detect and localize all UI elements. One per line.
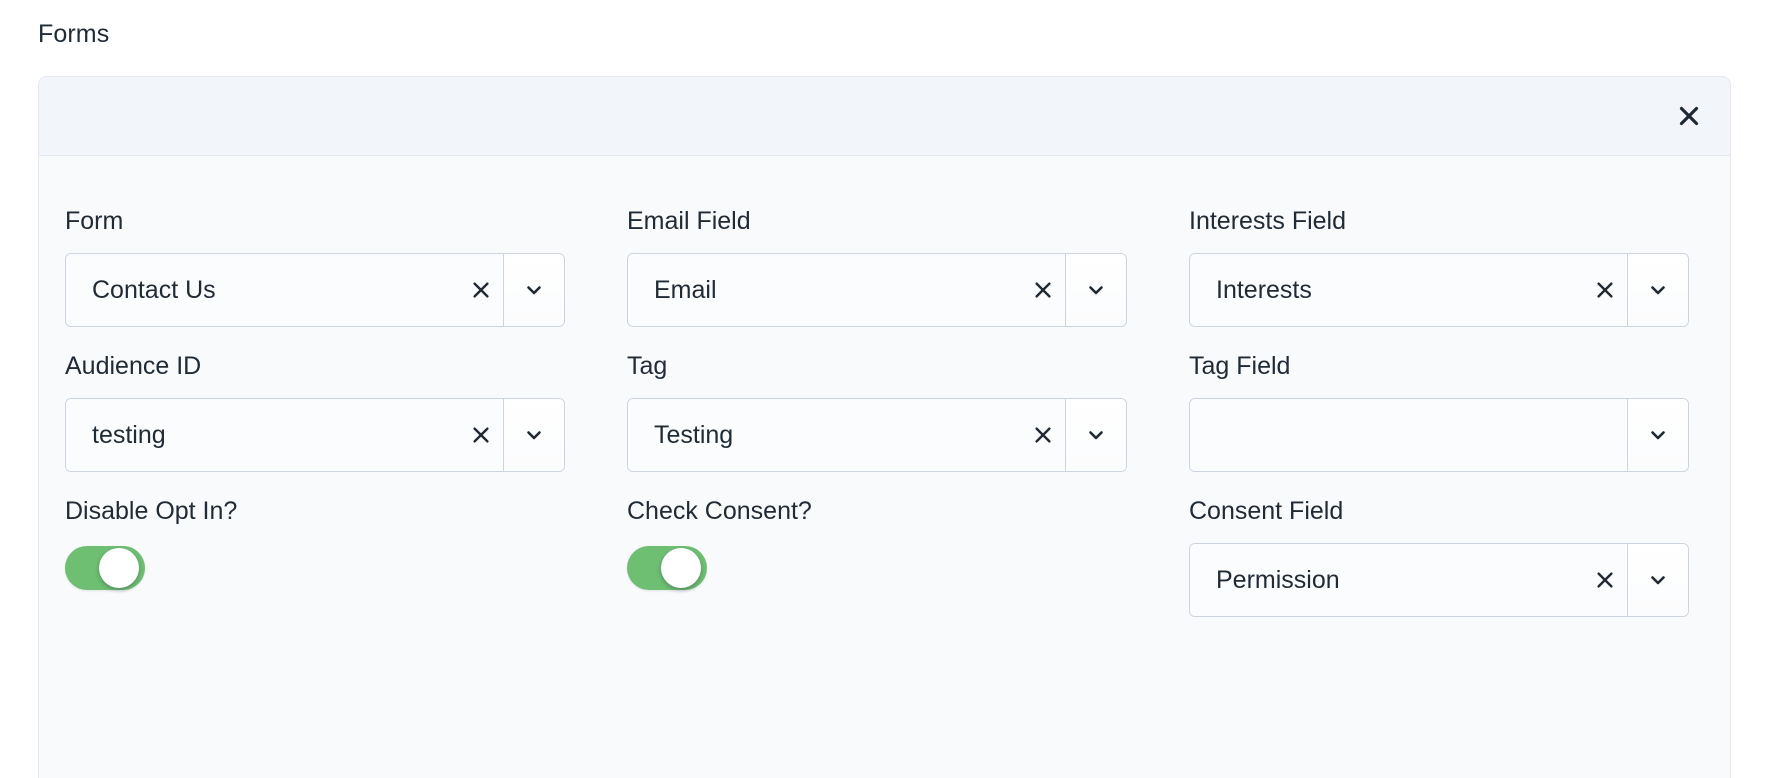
field-disable-opt-in: Disable Opt In? xyxy=(65,472,627,617)
select-email-field[interactable]: Email xyxy=(627,253,1127,327)
page-title: Forms xyxy=(38,19,109,49)
select-value-area-audience-id[interactable]: testing xyxy=(66,399,503,471)
field-label-disable-opt-in: Disable Opt In? xyxy=(65,496,627,526)
clear-icon-audience-id[interactable] xyxy=(459,399,503,471)
forms-panel: Form Contact Us Email Field Email Interests … xyxy=(38,76,1731,778)
select-value-email-field: Email xyxy=(628,275,1021,305)
field-consent-field: Consent Field Permission xyxy=(1189,472,1731,617)
clear-icon-email-field[interactable] xyxy=(1021,254,1065,326)
chevron-down-icon-interests-field[interactable] xyxy=(1627,254,1688,326)
field-label-audience-id: Audience ID xyxy=(65,351,627,381)
field-label-tag-field: Tag Field xyxy=(1189,351,1731,381)
clear-icon-consent-field[interactable] xyxy=(1583,544,1627,616)
toggle-knob xyxy=(99,548,139,588)
close-icon[interactable] xyxy=(1672,99,1706,133)
field-tag-field: Tag Field xyxy=(1189,327,1731,472)
field-audience-id: Audience ID testing xyxy=(65,327,627,472)
chevron-down-icon-tag-field[interactable] xyxy=(1627,399,1688,471)
clear-icon-form[interactable] xyxy=(459,254,503,326)
select-value-interests-field: Interests xyxy=(1190,275,1583,305)
select-value-area-tag-field[interactable] xyxy=(1190,399,1627,471)
field-tag: Tag Testing xyxy=(627,327,1189,472)
field-form: Form Contact Us xyxy=(65,182,627,327)
select-value-area-interests-field[interactable]: Interests xyxy=(1190,254,1627,326)
field-label-email-field: Email Field xyxy=(627,206,1189,236)
select-value-audience-id: testing xyxy=(66,420,459,450)
select-value-area-consent-field[interactable]: Permission xyxy=(1190,544,1627,616)
select-value-area-form[interactable]: Contact Us xyxy=(66,254,503,326)
panel-header xyxy=(39,77,1730,156)
select-value-consent-field: Permission xyxy=(1190,565,1583,595)
field-grid: FormContact UsEmail FieldEmailInterests … xyxy=(65,182,1704,617)
select-value-area-email-field[interactable]: Email xyxy=(628,254,1065,326)
clear-icon-interests-field[interactable] xyxy=(1583,254,1627,326)
field-label-tag: Tag xyxy=(627,351,1189,381)
clear-icon-tag[interactable] xyxy=(1021,399,1065,471)
forms-page: Forms Form Contact Us Email Field Email Inte… xyxy=(0,0,1772,778)
select-consent-field[interactable]: Permission xyxy=(1189,543,1689,617)
select-value-tag: Testing xyxy=(628,420,1021,450)
chevron-down-icon-consent-field[interactable] xyxy=(1627,544,1688,616)
field-label-interests-field: Interests Field xyxy=(1189,206,1731,236)
select-audience-id[interactable]: testing xyxy=(65,398,565,472)
field-email-field: Email Field Email xyxy=(627,182,1189,327)
toggle-check-consent[interactable] xyxy=(627,546,707,590)
select-tag[interactable]: Testing xyxy=(627,398,1127,472)
toggle-knob xyxy=(661,548,701,588)
chevron-down-icon-email-field[interactable] xyxy=(1065,254,1126,326)
chevron-down-icon-form[interactable] xyxy=(503,254,564,326)
chevron-down-icon-tag[interactable] xyxy=(1065,399,1126,471)
field-check-consent: Check Consent? xyxy=(627,472,1189,617)
field-interests-field: Interests Field Interests xyxy=(1189,182,1731,327)
field-label-form: Form xyxy=(65,206,627,236)
field-label-check-consent: Check Consent? xyxy=(627,496,1189,526)
panel-body: Form Contact Us Email Field Email Interests … xyxy=(39,156,1730,617)
select-value-form: Contact Us xyxy=(66,275,459,305)
select-value-area-tag[interactable]: Testing xyxy=(628,399,1065,471)
select-tag-field[interactable] xyxy=(1189,398,1689,472)
toggle-disable-opt-in[interactable] xyxy=(65,546,145,590)
field-label-consent-field: Consent Field xyxy=(1189,496,1731,526)
select-form[interactable]: Contact Us xyxy=(65,253,565,327)
chevron-down-icon-audience-id[interactable] xyxy=(503,399,564,471)
select-interests-field[interactable]: Interests xyxy=(1189,253,1689,327)
